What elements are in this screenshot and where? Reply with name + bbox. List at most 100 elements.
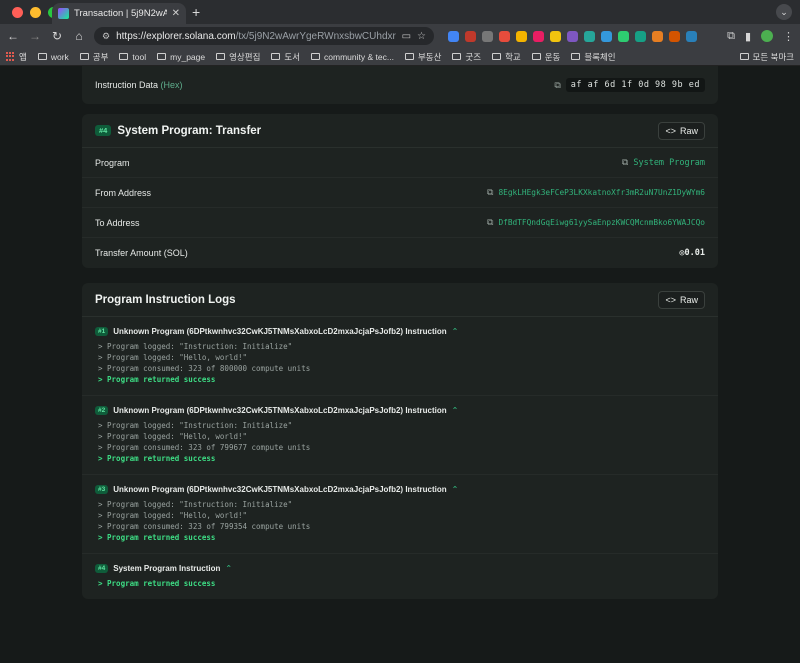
row-label: To Address [95, 217, 140, 228]
site-settings-icon[interactable]: ⚙ [102, 31, 110, 42]
log-header[interactable]: #3 Unknown Program (6DPtkwnhvc32CwKJ5TNM… [95, 485, 705, 494]
side-panel-icon[interactable]: ▮ [745, 30, 751, 43]
extension-icon[interactable] [635, 30, 646, 42]
collapse-chevron-icon[interactable]: ⌃ [452, 406, 459, 415]
bookmark-folder[interactable]: tool [119, 52, 146, 62]
profile-avatar[interactable] [761, 30, 773, 42]
copy-icon[interactable]: ⧉ [487, 187, 493, 198]
bookmark-folder[interactable]: community & tec... [311, 52, 394, 62]
bookmark-label: work [50, 51, 69, 62]
new-tab-button[interactable]: + [192, 4, 200, 20]
row-label: Program [95, 157, 130, 168]
url-text[interactable]: https://explorer.solana.com/tx/5j9N2wAwr… [116, 31, 396, 42]
all-bookmarks[interactable]: 모든 북마크 [739, 51, 794, 63]
bookmark-label: tool [132, 51, 147, 62]
forward-arrow-icon[interactable]: → [28, 29, 42, 43]
bookmark-folder[interactable]: 블록체인 [571, 51, 616, 63]
extension-icon[interactable] [499, 30, 510, 42]
address-bar[interactable]: ⚙ https://explorer.solana.com/tx/5j9N2wA… [94, 27, 434, 45]
extension-icon[interactable] [465, 30, 476, 42]
bookmark-folder[interactable]: 도서 [271, 51, 300, 63]
extension-icon[interactable] [567, 30, 578, 42]
bookmark-folder[interactable]: 학교 [492, 51, 521, 63]
bookmark-label: 앱 [19, 51, 27, 62]
hex-suffix: (Hex) [160, 80, 183, 90]
folder-icon [216, 53, 226, 60]
folder-icon [79, 53, 89, 60]
copy-icon[interactable]: ⧉ [622, 157, 628, 168]
log-title: Unknown Program (6DPtkwnhvc32CwKJ5TNMsXa… [113, 485, 447, 494]
bookmark-folder[interactable]: 운동 [531, 51, 560, 63]
code-icon: <> [665, 125, 676, 136]
extension-icon[interactable] [618, 30, 629, 42]
folder-icon [492, 53, 502, 60]
close-window-button[interactable] [12, 6, 23, 18]
minimize-window-button[interactable] [30, 6, 41, 18]
collapse-chevron-icon[interactable]: ⌃ [452, 485, 459, 494]
apps-grid-icon [6, 52, 15, 61]
puzzle-extensions-icon[interactable]: ⧉ [727, 30, 735, 43]
from-address-link[interactable]: 8EgkLHEgk3eFCeP3LKXkatnoXfr3mR2uN7UnZ1Dy… [498, 188, 705, 197]
extension-icon[interactable] [669, 30, 680, 42]
log-line: > Program logged: "Hello, world!" [98, 432, 248, 441]
log-header[interactable]: #1 Unknown Program (6DPtkwnhvc32CwKJ5TNM… [95, 327, 705, 336]
cast-icon[interactable]: ▭ [402, 31, 411, 42]
code-icon: <> [665, 294, 676, 305]
extension-icon[interactable] [686, 30, 697, 42]
bookmarks-bar: 앱 work 공부 tool my_page 영상편집 도서 community… [0, 48, 800, 66]
browser-tab[interactable]: Transaction | 5j9N2wAwrYgeR ✕ [52, 3, 186, 24]
from-address-row: From Address ⧉ 8EgkLHEgk3eFCeP3LKXkatnoX… [82, 178, 718, 208]
bookmark-star-icon[interactable]: ☆ [417, 31, 426, 42]
bookmark-label: 굿즈 [465, 51, 482, 62]
log-block: #2 Unknown Program (6DPtkwnhvc32CwKJ5TNM… [82, 396, 718, 475]
bookmark-folder[interactable]: my_page [157, 52, 205, 62]
extension-icon[interactable] [448, 30, 459, 42]
card-header: #4 System Program: Transfer <> Raw [82, 114, 718, 148]
extension-icon[interactable] [533, 30, 544, 42]
log-title: Unknown Program (6DPtkwnhvc32CwKJ5TNMsXa… [113, 406, 447, 415]
raw-button[interactable]: <> Raw [658, 121, 705, 140]
bookmark-folder[interactable]: 부동산 [404, 51, 441, 63]
extension-icon[interactable] [550, 30, 561, 42]
program-logs-card: Program Instruction Logs <> Raw #1 Unknow… [82, 283, 718, 599]
extension-icon[interactable] [482, 30, 493, 42]
copy-icon[interactable]: ⧉ [554, 80, 560, 91]
program-link[interactable]: System Program [633, 158, 705, 168]
row-value: ⧉ System Program [622, 157, 705, 168]
bookmark-folder[interactable]: 공부 [79, 51, 109, 63]
extension-icon[interactable] [652, 30, 663, 42]
home-icon[interactable]: ⌂ [72, 29, 86, 43]
extension-icon[interactable] [516, 30, 527, 42]
transfer-amount-row: Transfer Amount (SOL) ◎0.01 [82, 238, 718, 268]
folder-icon [531, 53, 541, 60]
program-row: Program ⧉ System Program [82, 148, 718, 178]
tab-close-icon[interactable]: ✕ [172, 8, 180, 19]
extension-icon[interactable] [584, 30, 595, 42]
bookmark-folder[interactable]: 영상편집 [216, 51, 260, 63]
extension-icon[interactable] [601, 30, 612, 42]
folder-icon [37, 53, 47, 60]
reload-icon[interactable]: ↻ [50, 29, 64, 43]
menu-kebab-icon[interactable]: ⋮ [783, 30, 794, 43]
folder-icon [404, 53, 414, 60]
back-arrow-icon[interactable]: ← [6, 29, 20, 43]
tab-search-chevron-icon[interactable]: ⌄ [776, 4, 792, 20]
collapse-chevron-icon[interactable]: ⌃ [452, 327, 459, 336]
bookmark-label: 공부 [92, 51, 109, 62]
log-success-line: > Program returned success [98, 375, 216, 384]
log-block: #4 System Program Instruction ⌃ > Progra… [82, 554, 718, 599]
log-header[interactable]: #2 Unknown Program (6DPtkwnhvc32CwKJ5TNM… [95, 406, 705, 415]
log-number-badge: #3 [95, 485, 109, 494]
to-address-link[interactable]: DfBdTFQndGqEiwg61yySaEnpzKWCQMcnmBko6YWA… [498, 218, 705, 227]
raw-button[interactable]: <> Raw [658, 290, 705, 309]
collapse-chevron-icon[interactable]: ⌃ [225, 564, 232, 573]
log-number-badge: #1 [95, 327, 109, 336]
bookmark-folder[interactable]: work [37, 51, 69, 62]
bookmark-apps[interactable]: 앱 [6, 51, 27, 63]
url-path: /tx/5j9N2wAwrYgeRWnxsbwCUhdxr3K5zxMq... [235, 30, 396, 42]
folder-icon [157, 53, 167, 60]
log-header[interactable]: #4 System Program Instruction ⌃ [95, 564, 705, 573]
bookmark-folder[interactable]: 굿즈 [452, 51, 481, 63]
copy-icon[interactable]: ⧉ [487, 217, 493, 228]
instruction-data-label: Instruction Data (Hex) [95, 80, 183, 90]
